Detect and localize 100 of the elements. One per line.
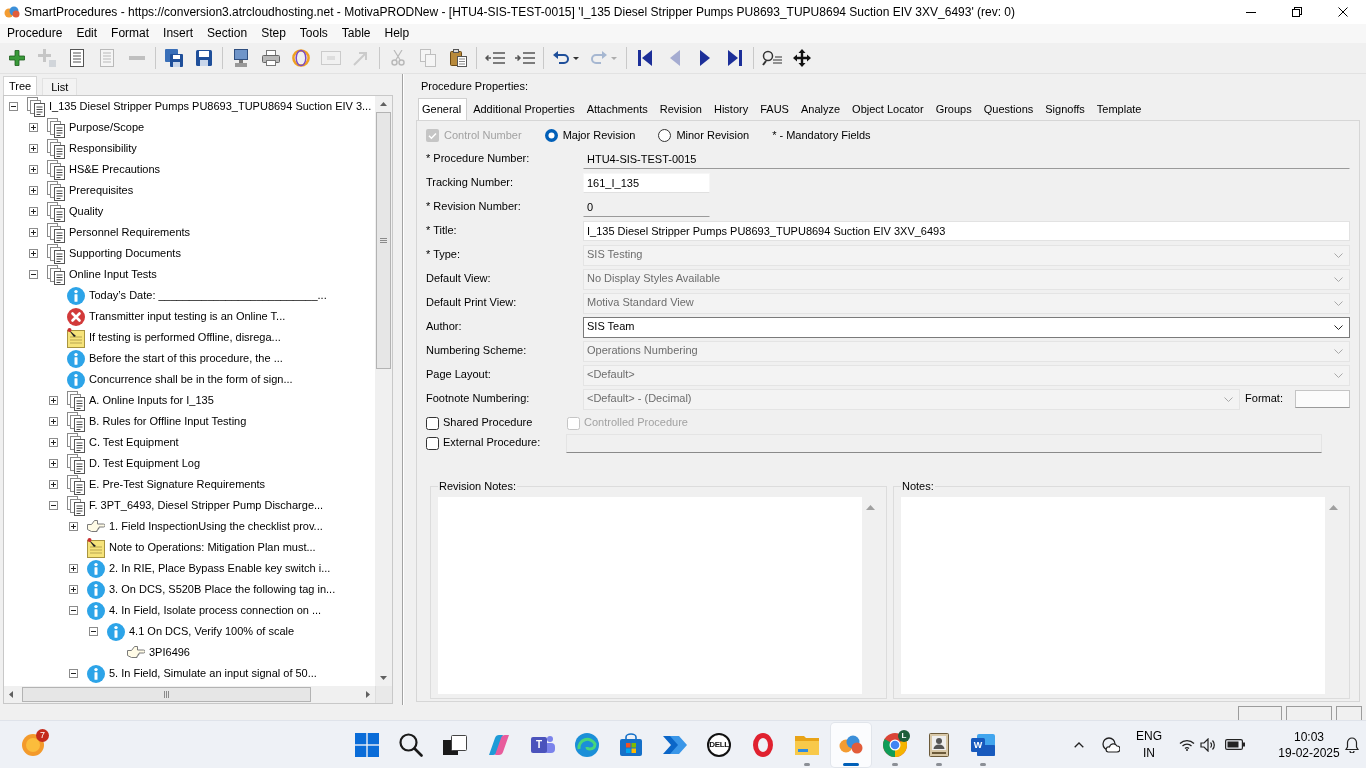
dropdown[interactable]: SIS Team bbox=[583, 316, 1350, 338]
wifi-icon[interactable] bbox=[1179, 738, 1195, 751]
scrollbar-thumb[interactable] bbox=[22, 687, 311, 702]
tree-item[interactable]: F. 3PT_6493, Diesel Stripper Pump Discharge... bbox=[89, 498, 324, 513]
battery-icon[interactable] bbox=[1225, 739, 1245, 750]
region-label[interactable]: IN bbox=[1143, 744, 1155, 762]
plus-box-icon[interactable] bbox=[49, 396, 58, 405]
tree-item[interactable]: 2. In RIE, Place Bypass Enable key switch i... bbox=[109, 561, 331, 576]
menu-item[interactable]: Section bbox=[200, 24, 255, 43]
menu-item[interactable]: Procedure bbox=[0, 24, 70, 43]
radio-button[interactable] bbox=[658, 129, 672, 142]
minus-box-icon[interactable] bbox=[29, 270, 38, 279]
menu-item[interactable]: Table bbox=[334, 24, 378, 43]
tree-item[interactable]: 5. In Field, Simulate an input signal of 50... bbox=[109, 666, 317, 681]
tree-item[interactable]: A. Online Inputs for I_135 bbox=[89, 393, 214, 408]
tab[interactable]: Template bbox=[1090, 100, 1148, 120]
plus-box-icon[interactable] bbox=[29, 228, 38, 237]
plus-box-icon[interactable] bbox=[49, 438, 58, 447]
taskbar-button[interactable]: W bbox=[963, 722, 1003, 767]
clock-time[interactable]: 10:03 bbox=[1293, 728, 1324, 745]
tree-item[interactable]: 4.1 On DCS, Verify 100% of scale bbox=[129, 624, 295, 639]
plus-box-icon[interactable] bbox=[29, 207, 38, 216]
shopping-bag-icon bbox=[619, 732, 643, 757]
bell-icon[interactable] bbox=[1345, 736, 1359, 753]
tree-item[interactable]: Concurrence shall be in the form of sign... bbox=[89, 372, 293, 387]
globe-cloud-icon[interactable] bbox=[1102, 736, 1120, 753]
menu-item[interactable]: Edit bbox=[69, 24, 105, 43]
tree-item[interactable]: Prerequisites bbox=[69, 183, 134, 198]
checkbox[interactable] bbox=[426, 416, 439, 430]
menu-item[interactable]: Format bbox=[104, 24, 157, 43]
tree-item[interactable]: Supporting Documents bbox=[69, 246, 181, 261]
plus-box-icon[interactable] bbox=[29, 144, 38, 153]
minus-box-icon[interactable] bbox=[89, 627, 98, 636]
language-label[interactable]: ENG bbox=[1136, 727, 1162, 745]
horizontal-scrollbar[interactable] bbox=[4, 686, 375, 703]
minus-box-icon[interactable] bbox=[49, 501, 58, 510]
tree-item[interactable]: Note to Operations: Mitigation Plan must... bbox=[109, 540, 316, 555]
tree-item[interactable]: 3. On DCS, S520B Place the following tag in... bbox=[109, 582, 336, 597]
vertical-scrollbar[interactable] bbox=[375, 96, 392, 686]
radio-button[interactable] bbox=[544, 129, 558, 142]
tab[interactable]: Tree bbox=[3, 76, 38, 95]
taskbar-button[interactable] bbox=[831, 722, 871, 767]
tree-item[interactable]: Today’s Date: __________________________... bbox=[89, 288, 327, 303]
format-field[interactable] bbox=[1295, 390, 1350, 408]
tab[interactable]: Additional Properties bbox=[467, 100, 581, 120]
menu-item[interactable]: Insert bbox=[156, 24, 201, 43]
minus-box-icon[interactable] bbox=[69, 606, 78, 615]
tree-item[interactable]: 4. In Field, Isolate process connection on ... bbox=[109, 603, 322, 618]
tree-item[interactable]: HS&E Precautions bbox=[69, 162, 161, 177]
tab[interactable]: Analyze bbox=[794, 100, 847, 120]
tree-item[interactable]: C. Test Equipment bbox=[89, 435, 179, 450]
plus-box-icon[interactable] bbox=[29, 123, 38, 132]
tab[interactable]: Object Locator bbox=[846, 100, 930, 120]
scrollbar-thumb[interactable] bbox=[376, 112, 391, 369]
tab[interactable]: FAUS bbox=[754, 100, 795, 120]
tree-item[interactable]: Personnel Requirements bbox=[69, 225, 191, 240]
tree-item[interactable]: E. Pre-Test Signature Requirements bbox=[89, 477, 266, 492]
text-field[interactable]: 161_I_135 bbox=[583, 173, 710, 193]
menu-item[interactable]: Help bbox=[377, 24, 417, 43]
minus-box-icon[interactable] bbox=[69, 669, 78, 678]
taskbar-button[interactable]: T bbox=[523, 722, 563, 767]
tree-item[interactable]: Transmitter input testing is an Online T... bbox=[89, 309, 286, 324]
tree-item[interactable]: B. Rules for Offline Input Testing bbox=[89, 414, 247, 429]
tree-item[interactable]: Online Input Tests bbox=[69, 267, 157, 282]
plus-box-icon[interactable] bbox=[49, 417, 58, 426]
menu-item[interactable]: Step bbox=[254, 24, 293, 43]
tab[interactable]: Groups bbox=[929, 100, 978, 120]
tree-item[interactable]: Quality bbox=[69, 204, 104, 219]
tree-item[interactable]: 1. Field InspectionUsing the checklist prov... bbox=[109, 519, 323, 534]
tree-item[interactable]: I_135 Diesel Stripper Pumps PU8693_TUPU8694 Suction EIV 3... bbox=[49, 99, 372, 114]
menu-item[interactable]: Tools bbox=[292, 24, 335, 43]
volume-icon[interactable] bbox=[1200, 737, 1216, 752]
tree-item[interactable]: D. Test Equipment Log bbox=[89, 456, 201, 471]
tree-item[interactable]: 3PI6496 bbox=[149, 645, 190, 660]
chevron-up-icon[interactable] bbox=[1074, 741, 1084, 748]
minus-box-icon[interactable] bbox=[9, 102, 18, 111]
tree-item[interactable]: Purpose/Scope bbox=[69, 120, 145, 135]
plus-box-icon[interactable] bbox=[29, 165, 38, 174]
tree-item[interactable]: Responsibility bbox=[69, 141, 137, 156]
taskbar-button[interactable]: L bbox=[875, 722, 915, 767]
tab[interactable]: Signoffs bbox=[1039, 100, 1091, 120]
tab[interactable]: Revision bbox=[653, 100, 708, 120]
tree-item[interactable]: Before the start of this procedure, the ... bbox=[89, 351, 283, 366]
tab[interactable]: General bbox=[418, 98, 468, 120]
tab[interactable]: List bbox=[42, 78, 78, 95]
plus-box-icon[interactable] bbox=[69, 564, 78, 573]
taskbar-button[interactable]: DELL bbox=[699, 722, 739, 767]
plus-box-icon[interactable] bbox=[69, 522, 78, 531]
plus-box-icon[interactable] bbox=[69, 585, 78, 594]
tab[interactable]: History bbox=[708, 100, 755, 120]
checkbox[interactable] bbox=[426, 436, 439, 450]
tab[interactable]: Questions bbox=[977, 100, 1040, 120]
clock-date[interactable]: 19-02-2025 bbox=[1278, 744, 1340, 761]
tree-item[interactable]: If testing is performed Offline, disrega... bbox=[89, 330, 281, 345]
plus-box-icon[interactable] bbox=[29, 186, 38, 195]
plus-box-icon[interactable] bbox=[29, 249, 38, 258]
text-field[interactable]: I_135 Diesel Stripper Pumps PU8693_TUPU8694 Suction EIV 3XV_6493 bbox=[583, 221, 1350, 241]
plus-box-icon[interactable] bbox=[49, 480, 58, 489]
plus-box-icon[interactable] bbox=[49, 459, 58, 468]
tab[interactable]: Attachments bbox=[580, 100, 654, 120]
